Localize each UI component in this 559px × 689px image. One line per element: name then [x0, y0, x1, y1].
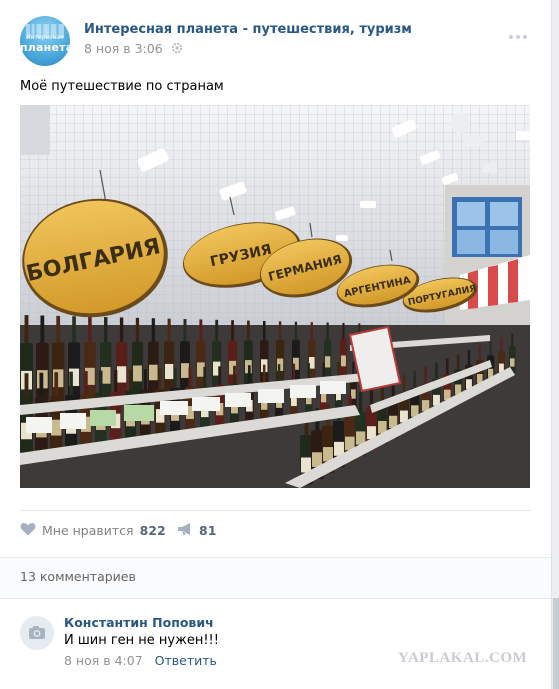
comment-text: И шин ген не нужен!!! — [64, 633, 219, 648]
post-meta: 8 ноя в 3:06 — [84, 41, 183, 57]
share-count: 81 — [199, 523, 217, 538]
scrollbar[interactable] — [553, 598, 559, 689]
comment-avatar[interactable] — [20, 616, 54, 650]
group-name-link[interactable]: Интересная планета - путешествия, туризм — [84, 22, 412, 37]
like-label: Мне нравится — [42, 523, 134, 538]
post-photo[interactable]: БОЛГАРИЯ ГРУЗИЯ ГЕРМАНИЯ ПОРТУГАЛИЯ АРГЕ… — [20, 105, 530, 488]
comments-count[interactable]: 13 комментариев — [20, 569, 136, 584]
avatar-logo-big: планета — [20, 41, 70, 54]
post-text: Моё путешествие по странам — [20, 79, 224, 94]
camera-icon — [20, 626, 54, 654]
comment-date[interactable]: 8 ноя в 4:07 — [64, 653, 143, 668]
gear-icon — [171, 42, 183, 57]
post-header: Интересная планета Интересная планета - … — [20, 14, 535, 66]
photo-illustration: БОЛГАРИЯ ГРУЗИЯ ГЕРМАНИЯ ПОРТУГАЛИЯ АРГЕ… — [20, 105, 530, 488]
comment-author-link[interactable]: Константин Попович — [64, 615, 214, 630]
post-date[interactable]: 8 ноя в 3:06 — [84, 41, 163, 56]
avatar-logo-small: Интересная — [26, 34, 64, 41]
group-avatar[interactable]: Интересная планета — [20, 16, 70, 66]
post-actions: Мне нравится 822 81 — [20, 522, 530, 544]
like-button[interactable]: Мне нравится 822 — [20, 522, 166, 539]
share-button[interactable]: 81 — [177, 522, 216, 539]
post-card: Интересная планета Интересная планета - … — [0, 0, 552, 689]
watermark: YAPLAKAL.COM — [398, 650, 528, 666]
heart-icon — [20, 522, 36, 539]
megaphone-icon — [177, 522, 193, 539]
reply-button[interactable]: Ответить — [155, 653, 217, 668]
actions-divider — [20, 510, 531, 511]
more-options-icon[interactable] — [509, 28, 531, 39]
comments-header: 13 комментариев — [0, 557, 551, 599]
comment-meta: 8 ноя в 4:07 Ответить — [64, 653, 217, 668]
like-count: 822 — [139, 523, 166, 538]
